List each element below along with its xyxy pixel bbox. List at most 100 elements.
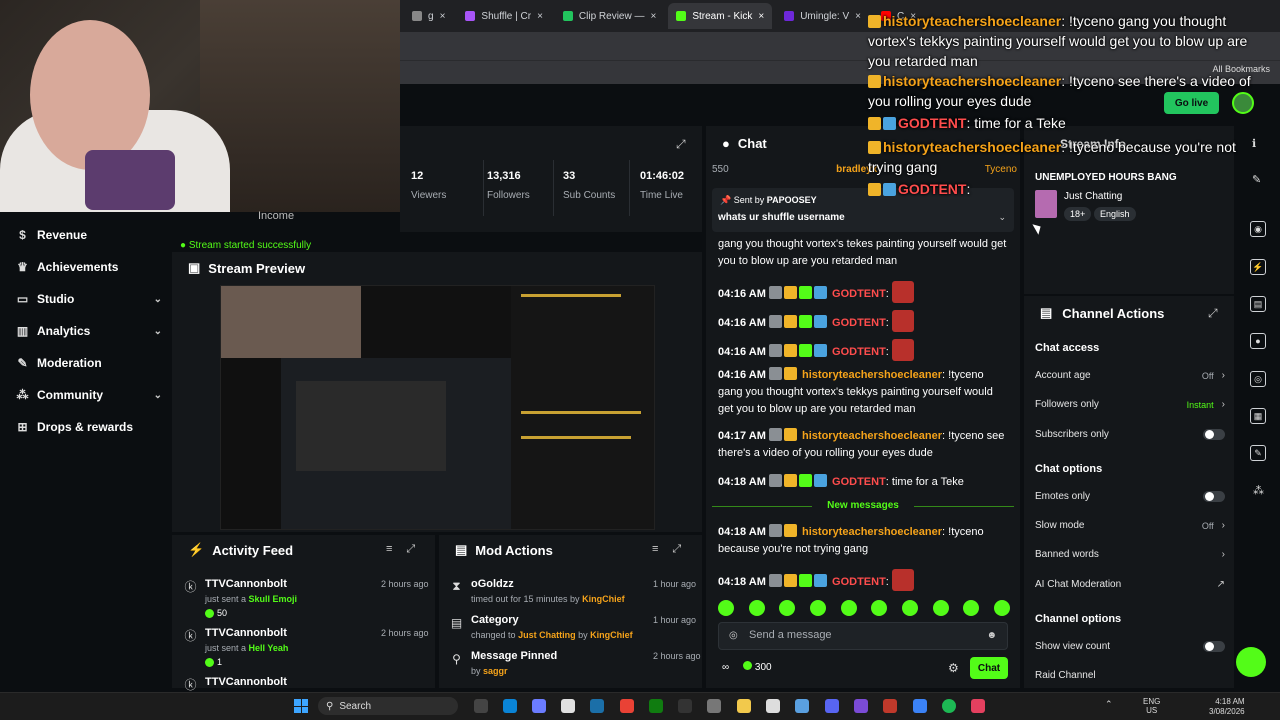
emotes-only-toggle[interactable]: [1203, 491, 1225, 502]
layout-icon[interactable]: ▦: [1250, 408, 1266, 424]
chat-input[interactable]: [749, 629, 969, 641]
browser-tab[interactable]: Stream - Kick ×: [668, 3, 773, 29]
chat-username[interactable]: GODTENT: [832, 476, 886, 488]
community-icon[interactable]: ⁂: [1253, 484, 1264, 497]
chat-send-button[interactable]: Chat: [970, 657, 1008, 679]
app-icon[interactable]: [913, 699, 927, 713]
browser-tab[interactable]: g ×: [404, 3, 453, 29]
chevron-down-icon[interactable]: ⌄: [998, 212, 1006, 223]
emote-icon[interactable]: [840, 600, 857, 616]
edge-icon[interactable]: [503, 699, 517, 713]
banned-words-row[interactable]: Banned words ›: [1035, 549, 1225, 560]
subscribers-only-toggle[interactable]: [1203, 429, 1225, 440]
followers-only-row[interactable]: Followers only Instant ›: [1035, 399, 1225, 410]
list-item[interactable]: oGoldzz timed out for 15 minutes by KingC…: [471, 578, 625, 604]
xbox-icon[interactable]: [649, 699, 663, 713]
chat-message[interactable]: 04:18 AM GODTENT: time for a Teke: [718, 474, 1010, 491]
emote-quickbar[interactable]: [718, 600, 1010, 616]
emote-icon[interactable]: [932, 600, 949, 616]
chat-message[interactable]: 04:17 AM historyteachershoecleaner: !tyc…: [718, 428, 1010, 462]
viewer-icon[interactable]: ∞: [722, 662, 729, 673]
browser-tab[interactable]: Umingle: V ×: [776, 3, 869, 29]
document-icon[interactable]: ▤: [1250, 296, 1266, 312]
subscribers-only-row[interactable]: Subscribers only: [1035, 429, 1225, 440]
filter-icon[interactable]: ≡: [652, 543, 658, 556]
taskbar-search[interactable]: ⚲ Search: [318, 697, 458, 715]
emote-icon[interactable]: [993, 600, 1010, 616]
chat-username[interactable]: historyteachershoecleaner: [802, 526, 942, 538]
emote-icon[interactable]: [779, 600, 796, 616]
list-item[interactable]: Category changed to Just Chatting by King…: [471, 614, 633, 640]
list-item[interactable]: TTVCannonbolt just sent a Hell Yeah 1: [205, 627, 288, 670]
discord-icon[interactable]: [825, 699, 839, 713]
close-icon[interactable]: ×: [537, 11, 543, 22]
language-indicator[interactable]: ENG US: [1143, 697, 1160, 715]
list-item[interactable]: TTVCannonbolt: [205, 676, 287, 688]
expand-icon[interactable]: ⤢: [676, 137, 686, 152]
app-icon[interactable]: [678, 699, 692, 713]
app-icon[interactable]: [971, 699, 985, 713]
steam-icon[interactable]: [590, 699, 604, 713]
spotify-icon[interactable]: [942, 699, 956, 713]
sidebar-item-achievements[interactable]: ♛ Achievements: [16, 255, 162, 279]
sidebar-item-analytics[interactable]: ▥ Analytics ⌄: [16, 319, 162, 343]
wrench-icon[interactable]: ✎: [1250, 445, 1266, 461]
close-icon[interactable]: ×: [758, 11, 764, 22]
show-view-count-toggle[interactable]: [1203, 641, 1225, 652]
emote-icon[interactable]: [963, 600, 980, 616]
sidebar-item-studio[interactable]: ▭ Studio ⌄: [16, 287, 162, 311]
chat-message[interactable]: 04:18 AM historyteachershoecleaner: !tyc…: [718, 524, 1010, 558]
chat-bubble-icon[interactable]: ●: [1250, 333, 1266, 349]
sidebar-item-moderation[interactable]: ✎ Moderation: [16, 351, 162, 375]
chat-message[interactable]: gang you thought vortex's tekes painting…: [718, 236, 1010, 270]
obs-icon[interactable]: [854, 699, 868, 713]
lightning-icon[interactable]: ⚡: [1250, 259, 1266, 275]
tray-chevron-icon[interactable]: ⌃: [1105, 699, 1113, 710]
broadcast-icon[interactable]: ◎: [1250, 371, 1266, 387]
store-icon[interactable]: [766, 699, 780, 713]
camera-icon[interactable]: ◉: [1250, 221, 1266, 237]
expand-icon[interactable]: ⤢: [672, 543, 681, 556]
emote-icon[interactable]: [901, 600, 918, 616]
chat-username[interactable]: GODTENT: [832, 576, 886, 588]
sidebar-item-community[interactable]: ⁂ Community ⌄: [16, 383, 163, 407]
settings-icon[interactable]: [707, 699, 721, 713]
account-age-row[interactable]: Account age Off ›: [1035, 370, 1225, 381]
app-icon[interactable]: [561, 699, 575, 713]
close-icon[interactable]: ×: [855, 11, 861, 22]
chat-username[interactable]: historyteachershoecleaner: [802, 430, 942, 442]
system-clock[interactable]: 4:18 AM 3/08/2026: [1209, 697, 1245, 717]
chat-username[interactable]: GODTENT: [832, 346, 886, 358]
chat-message[interactable]: 04:16 AM GODTENT:: [718, 310, 1010, 332]
chat-username[interactable]: historyteachershoecleaner: [802, 369, 942, 381]
app-icon[interactable]: [883, 699, 897, 713]
emote-icon[interactable]: [809, 600, 826, 616]
info-icon[interactable]: ℹ: [1252, 137, 1256, 150]
filter-icon[interactable]: ≡: [386, 543, 392, 556]
close-icon[interactable]: ×: [440, 11, 446, 22]
browser-tab[interactable]: Shuffle | Cr ×: [457, 3, 551, 29]
task-view-icon[interactable]: [474, 699, 488, 713]
chrome-icon[interactable]: [620, 699, 634, 713]
slow-mode-row[interactable]: Slow mode Off ›: [1035, 520, 1225, 531]
list-item[interactable]: Message Pinned by saggr: [471, 650, 557, 676]
file-explorer-icon[interactable]: [737, 699, 751, 713]
emote-icon[interactable]: [748, 600, 765, 616]
raid-channel-row[interactable]: Raid Channel: [1035, 670, 1225, 681]
app-icon[interactable]: [532, 699, 546, 713]
chat-message[interactable]: 04:16 AM GODTENT:: [718, 339, 1010, 361]
expand-icon[interactable]: ⤢: [1208, 306, 1218, 321]
chat-message[interactable]: 04:16 AM GODTENT:: [718, 281, 1010, 303]
browser-tab[interactable]: Clip Review — ×: [555, 3, 664, 29]
sidebar-item-drops-rewards[interactable]: ⊞ Drops & rewards: [16, 415, 162, 439]
chat-input-box[interactable]: ◎ ☻: [718, 622, 1008, 650]
stream-preview-video[interactable]: [220, 285, 655, 530]
emotes-only-row[interactable]: Emotes only: [1035, 491, 1225, 502]
chat-message[interactable]: 04:18 AM GODTENT:: [718, 569, 1010, 591]
new-messages-divider[interactable]: New messages: [712, 500, 1014, 511]
emote-icon[interactable]: [871, 600, 888, 616]
gear-icon[interactable]: ⚙: [948, 661, 959, 675]
app-icon[interactable]: [795, 699, 809, 713]
edit-icon[interactable]: ✎: [1252, 173, 1261, 186]
expand-icon[interactable]: ⤢: [406, 543, 415, 556]
